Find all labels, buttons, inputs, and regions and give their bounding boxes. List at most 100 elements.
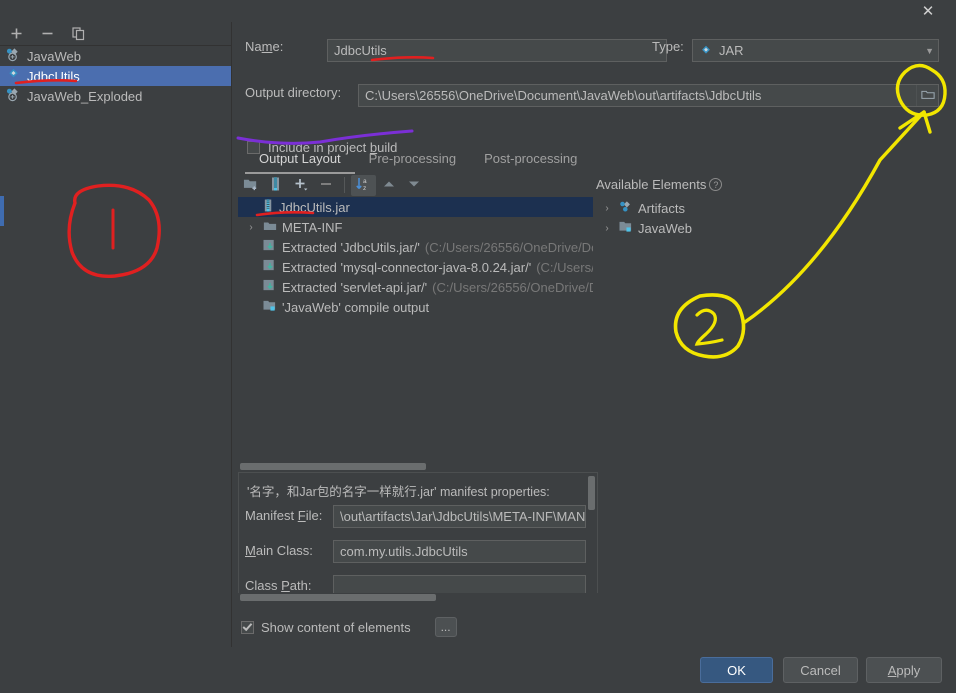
artifact-list-item[interactable]: JavaWeb [0, 46, 231, 66]
close-icon[interactable]: ✕ [908, 0, 948, 22]
tree-row-label: 'JavaWeb' compile output [282, 299, 430, 315]
move-up-button[interactable] [376, 175, 401, 196]
ok-button[interactable]: OK [700, 657, 773, 683]
title-bar: ✕ [0, 0, 956, 22]
tree-row-label: Extracted 'servlet-api.jar/' [282, 279, 428, 295]
artifacts-list-panel: JavaWeb JdbcUtils JavaWeb_Exploded [0, 22, 232, 647]
help-icon[interactable]: ? [709, 178, 723, 191]
artifact-exploded-icon [6, 87, 21, 105]
tree-row[interactable]: JdbcUtils.jar [238, 197, 593, 217]
type-label: Type: [652, 39, 684, 54]
tree-row[interactable]: › JavaWeb [600, 218, 720, 238]
extracted-icon [263, 259, 277, 275]
artifact-jar-icon [699, 44, 713, 58]
type-select-value: JAR [719, 43, 744, 58]
svg-text:a: a [363, 178, 367, 185]
output-directory-label: Output directory: [245, 85, 342, 100]
show-content-checkbox[interactable] [241, 620, 254, 634]
output-layout-tree[interactable]: JdbcUtils.jar › META-INF Extracted 'Jdbc… [238, 197, 593, 462]
minus-icon [318, 176, 334, 195]
detail-tabs: Output Layout Pre-processing Post-proces… [245, 147, 591, 174]
type-select[interactable]: JAR ▼ [692, 39, 939, 62]
tree-row-label: META-INF [282, 219, 343, 235]
artifact-list-item[interactable]: JdbcUtils [0, 66, 231, 86]
dialog-footer: OK Cancel Apply [0, 647, 956, 693]
left-edge-marker [0, 196, 4, 226]
name-label: Name: [245, 39, 284, 54]
create-directory-button[interactable] [238, 175, 263, 196]
artifact-jar-icon [619, 200, 633, 217]
main-class-label: Main Class: [245, 543, 313, 558]
show-content-row: Show content of elements ... [241, 617, 457, 637]
extracted-icon [263, 239, 277, 255]
tree-row-path: (C:/Users/26556/OneDrive/D [432, 279, 593, 295]
tab-output-layout[interactable]: Output Layout [245, 147, 355, 174]
scrollbar-thumb[interactable] [240, 594, 436, 601]
copy-artifact-icon[interactable] [69, 24, 87, 42]
manifest-properties-title: '名字，和Jar包的名字一样就行.jar' manifest propertie… [247, 485, 550, 499]
tree-row[interactable]: Extracted 'mysql-connector-java-8.0.24.j… [238, 257, 593, 277]
scrollbar-thumb[interactable] [240, 463, 426, 470]
manifest-horizontal-scrollbar[interactable] [238, 593, 598, 602]
artifacts-list[interactable]: JavaWeb JdbcUtils JavaWeb_Exploded [0, 45, 231, 646]
tree-row-path: (C:/Users/2 [536, 259, 593, 275]
class-path-row: Class Path: [245, 578, 311, 593]
tree-horizontal-scrollbar[interactable] [238, 462, 593, 471]
remove-artifact-button[interactable] [38, 24, 56, 42]
available-elements-tree[interactable]: › Artifacts › JavaWeb [600, 198, 720, 238]
manifest-vertical-scrollbar[interactable] [587, 474, 596, 595]
tree-row[interactable]: › META-INF [238, 217, 593, 237]
available-elements-title: Available Elements ? [596, 177, 723, 192]
create-archive-button[interactable] [263, 175, 288, 196]
tab-pre-processing[interactable]: Pre-processing [355, 147, 470, 174]
folder-icon [920, 88, 935, 103]
tree-twisty[interactable]: › [600, 223, 614, 234]
tree-row[interactable]: Extracted 'JdbcUtils.jar/' (C:/Users/265… [238, 237, 593, 257]
arrow-down-icon [407, 178, 421, 193]
tree-row-label: JdbcUtils.jar [279, 199, 350, 215]
more-options-button[interactable]: ... [434, 617, 457, 637]
cancel-button[interactable]: Cancel [783, 657, 858, 683]
sort-az-icon: a z [355, 176, 372, 195]
apply-button[interactable]: Apply [866, 657, 942, 683]
scrollbar-thumb[interactable] [588, 476, 595, 510]
tree-row-label: Artifacts [638, 200, 685, 216]
output-directory-row: Output directory: [245, 85, 341, 100]
show-content-label: Show content of elements [261, 619, 411, 635]
manifest-properties-panel: '名字，和Jar包的名字一样就行.jar' manifest propertie… [238, 472, 598, 596]
available-elements-label: Available Elements [596, 177, 707, 192]
artifact-list-item-label: JavaWeb [27, 48, 81, 64]
add-artifact-button[interactable] [7, 24, 25, 42]
browse-output-directory-button[interactable] [916, 85, 938, 106]
name-row: Name: [245, 39, 283, 54]
tree-row[interactable]: Extracted 'servlet-api.jar/' (C:/Users/2… [238, 277, 593, 297]
main-class-input[interactable]: com.my.utils.JdbcUtils [333, 540, 586, 563]
tab-post-processing[interactable]: Post-processing [470, 147, 591, 174]
artifact-list-item-label: JdbcUtils [27, 68, 80, 84]
class-path-label: Class Path: [245, 578, 312, 593]
artifact-list-item[interactable]: JavaWeb_Exploded [0, 86, 231, 106]
output-directory-input[interactable]: C:\Users\26556\OneDrive\Document\JavaWeb… [358, 84, 939, 107]
tree-row-path: (C:/Users/26556/OneDrive/Do [424, 239, 593, 255]
type-row: Type: [652, 39, 684, 54]
remove-button[interactable] [313, 175, 338, 196]
add-copy-of-button[interactable] [288, 175, 313, 196]
tree-twisty[interactable]: › [600, 203, 614, 214]
name-input[interactable]: JdbcUtils [327, 39, 667, 62]
sort-button[interactable]: a z [351, 174, 376, 196]
tree-row-label: Extracted 'JdbcUtils.jar/' [282, 239, 420, 255]
arrow-up-icon [382, 178, 396, 193]
folder-add-icon [243, 177, 259, 194]
tree-row[interactable]: › Artifacts [600, 198, 720, 218]
artifact-list-item-label: JavaWeb_Exploded [27, 88, 143, 104]
module-icon [619, 220, 633, 236]
manifest-file-row: Manifest File: [245, 508, 322, 523]
move-down-button[interactable] [401, 175, 426, 196]
compile-output-icon [263, 299, 277, 315]
tree-row[interactable]: 'JavaWeb' compile output [238, 297, 593, 317]
artifacts-toolbar [0, 22, 232, 44]
toolbar-separator [344, 177, 345, 193]
tree-twisty[interactable]: › [244, 222, 258, 233]
main-class-row: Main Class: [245, 543, 313, 558]
manifest-file-input[interactable]: \out\artifacts\Jar\JdbcUtils\META-INF\MA… [333, 505, 586, 528]
